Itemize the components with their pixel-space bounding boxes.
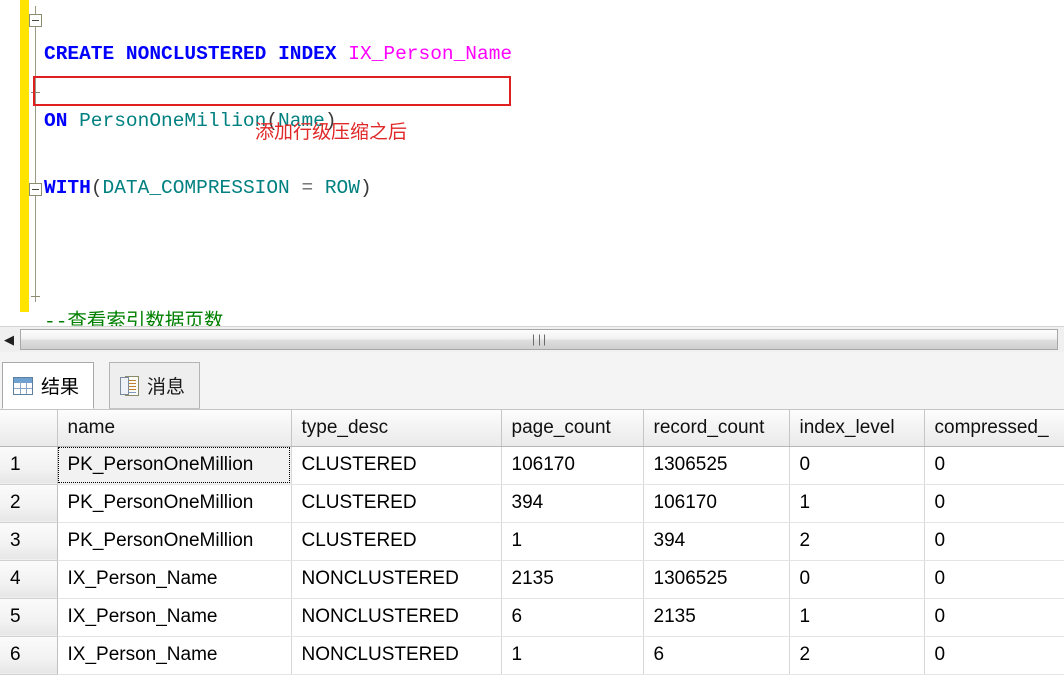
cell-type-desc[interactable]: NONCLUSTERED: [291, 598, 502, 637]
scroll-left-arrow-icon[interactable]: ◀: [0, 327, 18, 352]
code-line-create-index: CREATE NONCLUSTERED INDEX IX_Person_Name: [44, 42, 513, 65]
cell-compressed[interactable]: 0: [924, 484, 1064, 523]
row-number[interactable]: 3: [0, 522, 58, 561]
row-number[interactable]: 2: [0, 484, 58, 523]
column-header-name[interactable]: name: [57, 410, 292, 447]
row-number[interactable]: 4: [0, 560, 58, 599]
results-table: name type_desc page_count record_count i…: [0, 410, 1064, 675]
cell-type-desc[interactable]: NONCLUSTERED: [291, 636, 502, 675]
annotation-text: 添加行级压缩之后: [255, 121, 408, 143]
cell-record-count[interactable]: 1306525: [643, 446, 790, 485]
code-line-on-table: ON PersonOneMillion(Name): [44, 109, 337, 132]
message-icon: [120, 375, 139, 396]
compression-highlight-box: [33, 76, 511, 106]
table-body: 1 PK_PersonOneMillion CLUSTERED 106170 1…: [0, 446, 1064, 675]
cell-page-count[interactable]: 1: [501, 636, 644, 675]
code-line-comment: --查看索引数据页数: [44, 310, 224, 327]
tab-messages[interactable]: 消息: [109, 362, 201, 409]
table-row[interactable]: 3 PK_PersonOneMillion CLUSTERED 1 394 2 …: [0, 522, 1064, 561]
horizontal-scrollbar[interactable]: ◀: [0, 326, 1064, 352]
cell-index-level[interactable]: 1: [789, 484, 925, 523]
fold-end-tick-select: [31, 296, 40, 297]
code-line-with-compression: WITH(DATA_COMPRESSION = ROW): [44, 176, 372, 199]
cell-page-count[interactable]: 2135: [501, 560, 644, 599]
sql-code-text[interactable]: CREATE NONCLUSTERED INDEX IX_Person_Name…: [44, 4, 1064, 327]
cell-page-count[interactable]: 6: [501, 598, 644, 637]
scrollbar-thumb[interactable]: [20, 329, 1058, 350]
cell-page-count[interactable]: 106170: [501, 446, 644, 485]
cell-page-count[interactable]: 1: [501, 522, 644, 561]
fold-toggle-select-block[interactable]: [29, 183, 42, 196]
cell-name[interactable]: IX_Person_Name: [57, 636, 292, 675]
table-row[interactable]: 4 IX_Person_Name NONCLUSTERED 2135 13065…: [0, 560, 1064, 599]
table-header-row: name type_desc page_count record_count i…: [0, 410, 1064, 447]
column-header-type-desc[interactable]: type_desc: [291, 410, 502, 447]
cell-index-level[interactable]: 1: [789, 598, 925, 637]
row-number[interactable]: 6: [0, 636, 58, 675]
cell-record-count[interactable]: 2135: [643, 598, 790, 637]
tab-results[interactable]: 结果: [2, 362, 95, 409]
cell-index-level[interactable]: 2: [789, 636, 925, 675]
cell-type-desc[interactable]: CLUSTERED: [291, 484, 502, 523]
row-number[interactable]: 5: [0, 598, 58, 637]
cell-compressed[interactable]: 0: [924, 522, 1064, 561]
cell-name[interactable]: IX_Person_Name: [57, 560, 292, 599]
table-row[interactable]: 2 PK_PersonOneMillion CLUSTERED 394 1061…: [0, 484, 1064, 523]
cell-compressed[interactable]: 0: [924, 636, 1064, 675]
results-grid[interactable]: name type_desc page_count record_count i…: [0, 410, 1064, 694]
sql-editor-pane[interactable]: CREATE NONCLUSTERED INDEX IX_Person_Name…: [0, 0, 1064, 326]
cell-name[interactable]: PK_PersonOneMillion: [57, 522, 292, 561]
column-header-index-level[interactable]: index_level: [789, 410, 925, 447]
cell-record-count[interactable]: 394: [643, 522, 790, 561]
cell-record-count[interactable]: 6: [643, 636, 790, 675]
cell-compressed[interactable]: 0: [924, 560, 1064, 599]
cell-index-level[interactable]: 2: [789, 522, 925, 561]
row-number[interactable]: 1: [0, 446, 58, 485]
cell-record-count[interactable]: 1306525: [643, 560, 790, 599]
cell-page-count[interactable]: 394: [501, 484, 644, 523]
cell-type-desc[interactable]: CLUSTERED: [291, 446, 502, 485]
table-row[interactable]: 1 PK_PersonOneMillion CLUSTERED 106170 1…: [0, 446, 1064, 485]
column-header-record-count[interactable]: record_count: [643, 410, 790, 447]
column-header-compressed[interactable]: compressed_: [924, 410, 1064, 447]
grid-icon: [13, 376, 33, 395]
cell-type-desc[interactable]: NONCLUSTERED: [291, 560, 502, 599]
tab-messages-label: 消息: [147, 376, 186, 398]
cell-type-desc[interactable]: CLUSTERED: [291, 522, 502, 561]
tab-results-label: 结果: [41, 376, 80, 398]
code-outline-line: [35, 6, 36, 302]
scrollbar-grip-icon: [533, 334, 545, 345]
table-row[interactable]: 5 IX_Person_Name NONCLUSTERED 6 2135 1 0: [0, 598, 1064, 637]
cell-name[interactable]: PK_PersonOneMillion: [57, 446, 292, 485]
cell-name[interactable]: PK_PersonOneMillion: [57, 484, 292, 523]
cell-compressed[interactable]: 0: [924, 598, 1064, 637]
cell-index-level[interactable]: 0: [789, 446, 925, 485]
results-tabstrip[interactable]: 结果 消息: [0, 352, 1064, 410]
fold-toggle-create-block[interactable]: [29, 14, 42, 27]
column-header-rownum[interactable]: [0, 410, 58, 447]
cell-record-count[interactable]: 106170: [643, 484, 790, 523]
column-header-page-count[interactable]: page_count: [501, 410, 644, 447]
cell-name[interactable]: IX_Person_Name: [57, 598, 292, 637]
cell-compressed[interactable]: 0: [924, 446, 1064, 485]
cell-index-level[interactable]: 0: [789, 560, 925, 599]
table-row[interactable]: 6 IX_Person_Name NONCLUSTERED 1 6 2 0: [0, 636, 1064, 675]
change-indicator-bar: [20, 0, 29, 312]
